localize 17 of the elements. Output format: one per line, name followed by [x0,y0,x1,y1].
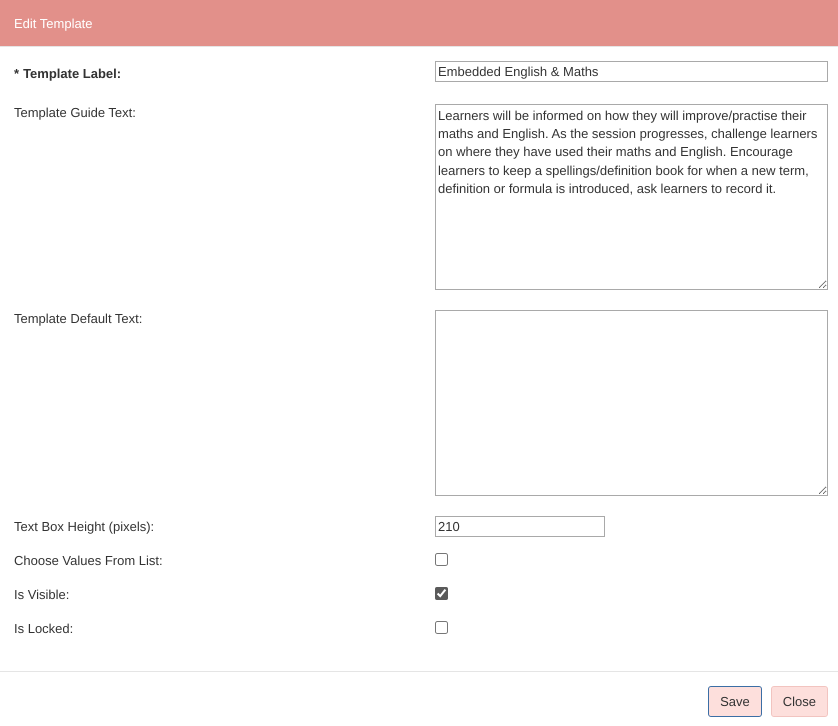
checkbox[interactable] [435,621,448,634]
field-label: Choose Values From List: [14,553,163,568]
dialog-title: Edit Template [14,16,93,30]
save-button[interactable]: Save [708,686,762,717]
field-label: Text Box Height (pixels): [14,518,154,534]
close-button[interactable]: Close [770,686,828,717]
required-mark: * [14,65,20,81]
checkbox[interactable] [435,553,448,566]
text-area[interactable]: Learners will be informed on how they will improve/practise their maths and English. As the session progresses, challenge learners on where they have used their maths and English. Encourage learners to keep a spellings/definition book for when a new term, definition or formula is introduced, ask learners to record it. [435,104,828,290]
text-field[interactable]: 210 [435,516,605,537]
checkbox[interactable] [435,587,448,600]
field-label: Is Visible: [14,587,70,602]
field-label: Template Label: [23,65,122,81]
field-label: Template Guide Text: [14,104,136,120]
field-label: Template Default Text: [14,310,142,326]
field-label: Is Locked: [14,621,74,636]
text-field[interactable]: Embedded English & Maths [435,61,828,82]
